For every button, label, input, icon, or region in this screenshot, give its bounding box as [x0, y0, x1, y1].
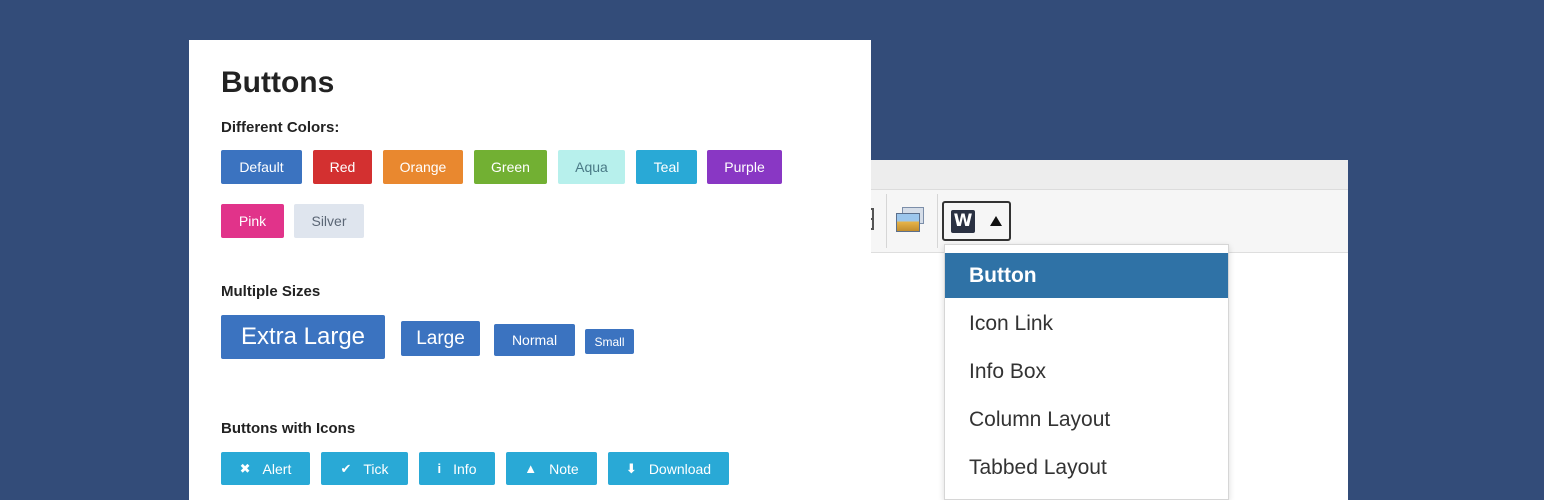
shortcode-dropdown-menu: Button Icon Link Info Box Column Layout … [944, 244, 1229, 500]
teal-button[interactable]: Teal [636, 150, 697, 184]
extra-large-button[interactable]: Extra Large [221, 315, 385, 359]
purple-button[interactable]: Purple [707, 150, 782, 184]
default-button[interactable]: Default [221, 150, 302, 184]
info-button-label: Info [453, 460, 477, 477]
w-plugin-icon: W [951, 210, 975, 233]
small-button[interactable]: Small [585, 329, 634, 354]
tick-button-label: Tick [363, 460, 389, 477]
shortcode-menu-button[interactable]: W [942, 201, 1011, 241]
red-button[interactable]: Red [313, 150, 372, 184]
section-heading-sizes: Multiple Sizes [221, 283, 321, 300]
toolbar-separator [886, 194, 887, 248]
note-button-label: Note [549, 460, 579, 477]
x-icon: ✖ [239, 460, 251, 476]
buttons-preview-panel: Buttons Different Colors: Default Red Or… [189, 40, 871, 500]
toolbar-separator [937, 194, 938, 248]
menu-item-button[interactable]: Button [945, 253, 1228, 298]
section-heading-icons: Buttons with Icons [221, 420, 356, 437]
menu-item-tabbed-layout[interactable]: Tabbed Layout [945, 445, 1228, 490]
triangle-up-icon [990, 216, 1002, 226]
large-button[interactable]: Large [401, 321, 480, 356]
menu-item-icon-link[interactable]: Icon Link [945, 301, 1228, 346]
download-button[interactable]: ⬇ Download [608, 452, 729, 485]
tick-button[interactable]: ✔ Tick [321, 452, 408, 485]
editor-titlebar [790, 160, 1348, 190]
normal-button[interactable]: Normal [494, 324, 575, 356]
section-heading-colors: Different Colors: [221, 119, 340, 136]
download-icon: ⬇ [625, 460, 637, 476]
editor-window: W Button Icon Link Info Box Column Layou… [790, 160, 1348, 500]
menu-item-column-layout[interactable]: Column Layout [945, 397, 1228, 442]
alert-button-label: Alert [262, 460, 292, 477]
menu-item-info-box[interactable]: Info Box [945, 349, 1228, 394]
silver-button[interactable]: Silver [294, 204, 364, 238]
info-button[interactable]: i Info [419, 452, 495, 485]
note-button[interactable]: ▲ Note [506, 452, 597, 485]
warning-icon: ▲ [524, 461, 538, 476]
aqua-button[interactable]: Aqua [558, 150, 625, 184]
check-icon: ✔ [340, 460, 352, 476]
download-button-label: Download [648, 460, 712, 477]
alert-button[interactable]: ✖ Alert [221, 452, 310, 485]
green-button[interactable]: Green [474, 150, 547, 184]
info-icon: i [437, 461, 442, 476]
orange-button[interactable]: Orange [383, 150, 463, 184]
page-title: Buttons [221, 66, 335, 99]
pink-button[interactable]: Pink [221, 204, 284, 238]
media-icon[interactable] [896, 207, 926, 233]
